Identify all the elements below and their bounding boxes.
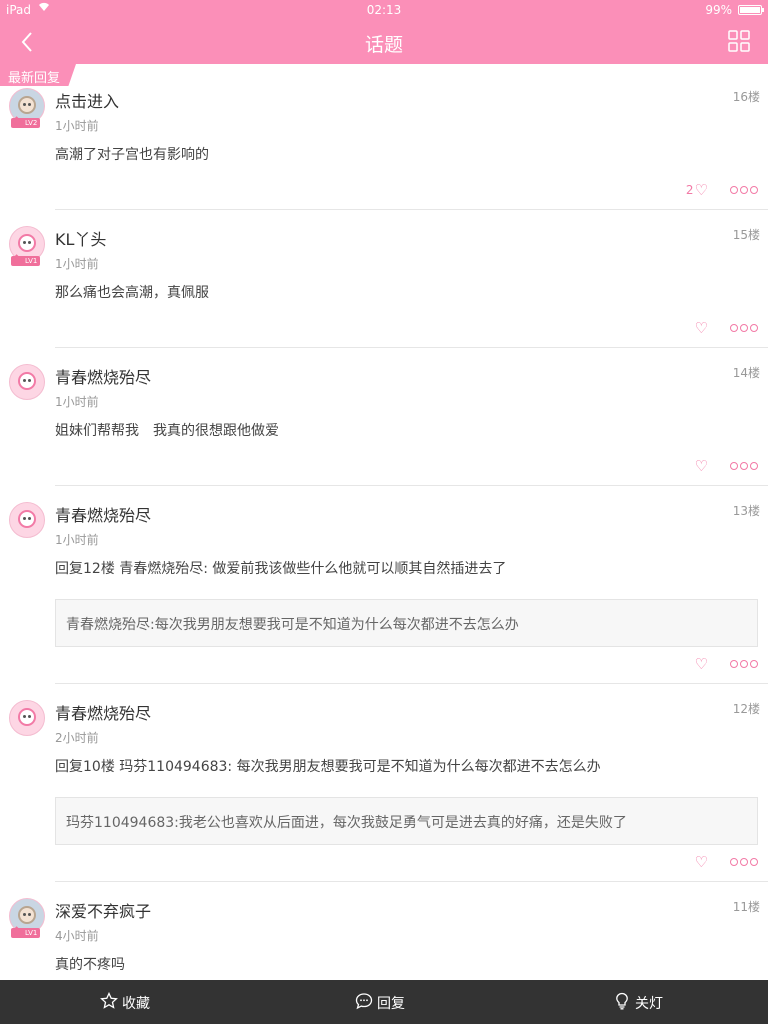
heart-icon[interactable]: ♡ [695,855,708,870]
more-icon[interactable] [730,186,758,194]
level-badge: ◆ LV1 [11,251,41,266]
favorite-button[interactable]: 收藏 [100,991,150,1014]
heart-icon[interactable]: ♡ [695,183,708,198]
floor-number: 15楼 [732,228,760,242]
username[interactable]: 青春燃烧殆尽 [55,700,151,724]
heart-icon[interactable]: ♡ [695,459,708,474]
post-content: 真的不疼吗 [55,957,125,973]
gem-icon: ◆ [12,251,22,265]
post-actions: ♡ [695,657,758,672]
post-item: 青春燃烧殆尽 13楼 1小时前 回复12楼 青春燃烧殆尽: 做爱前我该做些什么他… [9,486,768,684]
post-actions: ♡ [695,855,758,870]
star-icon [100,991,118,1014]
more-icon[interactable] [730,858,758,866]
heart-icon[interactable]: ♡ [695,657,708,672]
post-content: 回复12楼 青春燃烧殆尽: 做爱前我该做些什么他就可以顺其自然插进去了 [55,561,507,577]
post-time: 4小时前 [55,929,99,943]
more-icon[interactable] [730,462,758,470]
floor-number: 13楼 [732,504,760,518]
username[interactable]: 点击进入 [55,88,119,112]
post-time: 1小时前 [55,533,99,547]
reply-button[interactable]: 回复 [355,992,405,1014]
page-title: 话题 [364,34,403,56]
lightbulb-icon [613,992,631,1014]
post-item: ◆ LV1 KL丫头 15楼 1小时前 那么痛也会高潮，真佩服 ♡ [9,210,768,348]
post-content: 姐妹们帮帮我 我真的很想跟他做爱 [55,423,279,439]
post-actions: ♡ [695,459,758,474]
heart-icon[interactable]: ♡ [695,321,708,336]
post-item: 青春燃烧殆尽 12楼 2小时前 回复10楼 玛芬110494683: 每次我男朋… [9,684,768,882]
user-avatar[interactable] [9,700,45,736]
nav-bar: 话题 [0,20,768,64]
battery-icon [738,5,764,15]
favorite-label: 收藏 [122,996,150,1012]
battery-percent: 99% [705,3,732,17]
level-badge: ◆ LV2 [11,113,41,128]
post-item: 青春燃烧殆尽 14楼 1小时前 姐妹们帮帮我 我真的很想跟他做爱 ♡ [9,348,768,486]
post-actions: ♡ [695,321,758,336]
floor-number: 14楼 [732,366,760,380]
reply-label: 回复 [377,996,405,1012]
like-count: 2 [685,183,694,197]
post-time: 1小时前 [55,119,99,133]
floor-number: 12楼 [732,702,760,716]
status-bar: iPad 02:13 99% [0,0,768,20]
more-icon[interactable] [730,660,758,668]
gem-icon: ◆ [12,923,22,937]
post-item: ◆ LV1 深爱不弃疯子 11楼 4小时前 真的不疼吗 [9,882,768,992]
username[interactable]: KL丫头 [55,226,106,250]
lights-off-label: 关灯 [635,996,663,1012]
post-content: 高潮了对子宫也有影响的 [55,147,209,163]
post-time: 2小时前 [55,731,99,745]
post-content: 回复10楼 玛芬110494683: 每次我男朋友想要我可是不知道为什么每次都进… [55,759,601,775]
post-content: 那么痛也会高潮，真佩服 [55,285,209,301]
username[interactable]: 青春燃烧殆尽 [55,502,151,526]
quoted-reply: 玛芬110494683:我老公也喜欢从后面进，每次我鼓足勇气可是进去真的好痛，还… [55,797,758,845]
floor-number: 11楼 [732,900,760,914]
bottom-toolbar: 收藏 回复 关灯 [0,980,768,1024]
quoted-reply: 青春燃烧殆尽:每次我男朋友想要我可是不知道为什么每次都进不去怎么办 [55,599,758,647]
user-avatar[interactable] [9,364,45,400]
comment-icon [355,992,373,1014]
latest-replies-tag: 最新回复 [0,64,76,86]
post-item: ◆ LV2 点击进入 16楼 1小时前 高潮了对子宫也有影响的 2 ♡ [9,72,768,210]
floor-number: 16楼 [732,90,760,104]
status-time: 02:13 [366,3,402,17]
post-actions: 2 ♡ [685,183,758,198]
post-list: ◆ LV2 点击进入 16楼 1小时前 高潮了对子宫也有影响的 2 ♡ ◆ LV1 … [0,72,768,992]
post-time: 1小时前 [55,257,99,271]
user-avatar[interactable] [9,502,45,538]
gem-icon: ◆ [12,113,22,127]
more-icon[interactable] [730,324,758,332]
username[interactable]: 青春燃烧殆尽 [55,364,151,388]
lights-off-button[interactable]: 关灯 [613,992,663,1014]
level-badge: ◆ LV1 [11,923,41,938]
grid-menu-icon[interactable] [728,30,750,52]
post-time: 1小时前 [55,395,99,409]
username[interactable]: 深爱不弃疯子 [55,898,151,922]
